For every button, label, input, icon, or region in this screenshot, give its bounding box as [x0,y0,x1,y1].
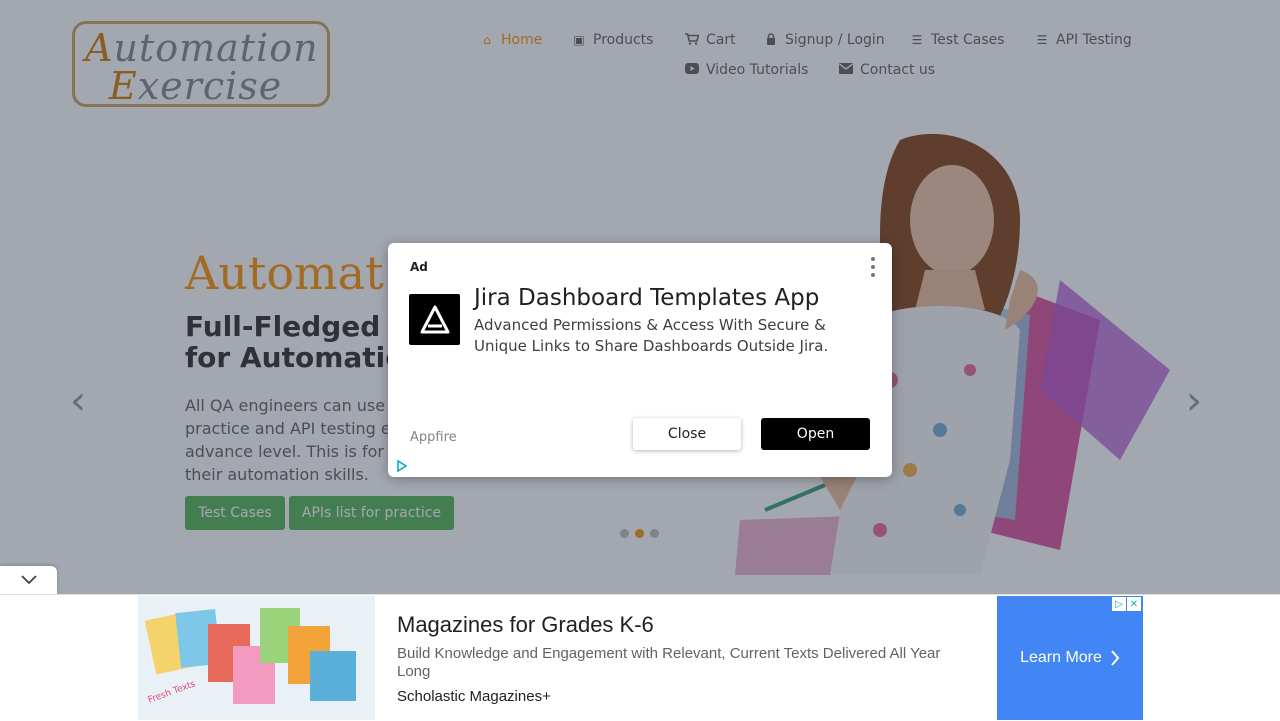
chevron-down-icon [20,575,37,585]
open-ad-button[interactable]: Open [761,418,870,450]
bottom-ad-title[interactable]: Magazines for Grades K-6 [397,612,654,638]
magazines-image[interactable]: Fresh Texts [138,596,375,720]
svg-text:Fresh Texts: Fresh Texts [147,679,197,706]
close-icon[interactable]: ✕ [1127,597,1141,611]
adchoices-icon[interactable] [396,460,408,472]
more-options-icon[interactable] [868,257,878,277]
ad-modal: Ad Jira Dashboard Templates App Advanced… [388,243,892,477]
collapse-ad-button[interactable] [0,566,57,594]
bottom-ad[interactable]: Fresh Texts Magazines for Grades K-6 Bui… [138,596,1143,720]
bottom-ad-advertiser: Scholastic Magazines+ [397,688,551,705]
adchoices-icon[interactable]: ▷ [1112,597,1126,611]
adchoices[interactable]: ▷ ✕ [1112,597,1141,611]
ad-label: Ad [410,260,428,274]
ad-advertiser: Appfire [410,430,457,445]
ad-description: Advanced Permissions & Access With Secur… [474,316,829,355]
bottom-ad-description: Build Knowledge and Engagement with Rele… [397,645,941,680]
chevron-right-icon [1111,650,1120,666]
page: Automation Exercise ⌂ Home ▣ Products Cart… [0,0,1280,721]
learn-more-button[interactable]: Learn More ▷ ✕ [997,596,1143,720]
appfire-logo-icon[interactable] [409,294,460,345]
close-ad-button[interactable]: Close [633,418,741,450]
ad-title[interactable]: Jira Dashboard Templates App [474,285,819,311]
